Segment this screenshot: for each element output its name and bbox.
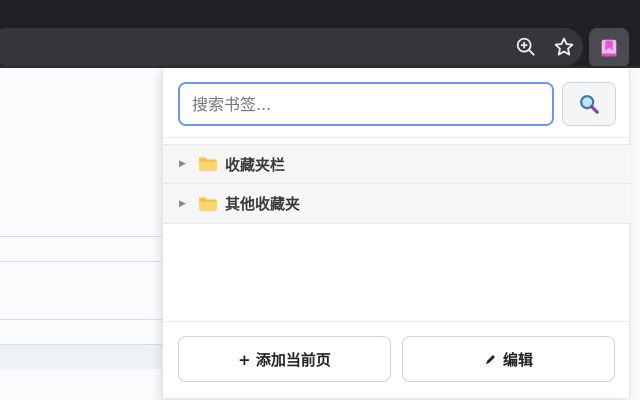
expand-caret-icon[interactable]: ▶ [179, 159, 188, 169]
folder-row-other-favorites[interactable]: ▶ 其他收藏夹 [163, 184, 631, 224]
add-current-page-label: + 添加当前页 [238, 350, 331, 369]
folder-label: 其他收藏夹 [225, 195, 301, 213]
bookmark-extension-icon [601, 39, 617, 57]
search-input[interactable] [178, 82, 554, 126]
folder-row-favorites-bar[interactable]: ▶ 收藏夹栏 [163, 144, 631, 184]
bookmark-popup: ▶ 收藏夹栏 ▶ 其他收藏夹 + 添加当前页 编辑 [162, 68, 631, 398]
expand-caret-icon[interactable]: ▶ [179, 199, 188, 209]
folder-icon [199, 157, 217, 171]
edit-label: 编辑 [502, 350, 533, 369]
bookmark-tree: ▶ 收藏夹栏 ▶ 其他收藏夹 [163, 144, 631, 224]
edit-button[interactable]: 编辑 [402, 336, 615, 382]
magnifier-icon [580, 95, 599, 114]
zoom-in-icon[interactable] [511, 32, 541, 62]
browser-toolbar [0, 0, 640, 68]
folder-label: 收藏夹栏 [225, 155, 286, 174]
bookmark-extension-button[interactable] [589, 28, 629, 68]
star-icon[interactable] [549, 32, 579, 62]
search-row [163, 68, 631, 138]
folder-icon [199, 197, 217, 211]
add-current-page-button[interactable]: + 添加当前页 [178, 336, 391, 382]
address-bar[interactable] [0, 28, 583, 66]
popup-footer: + 添加当前页 编辑 [163, 321, 631, 398]
pencil-icon [486, 354, 495, 364]
search-button[interactable] [562, 82, 616, 126]
